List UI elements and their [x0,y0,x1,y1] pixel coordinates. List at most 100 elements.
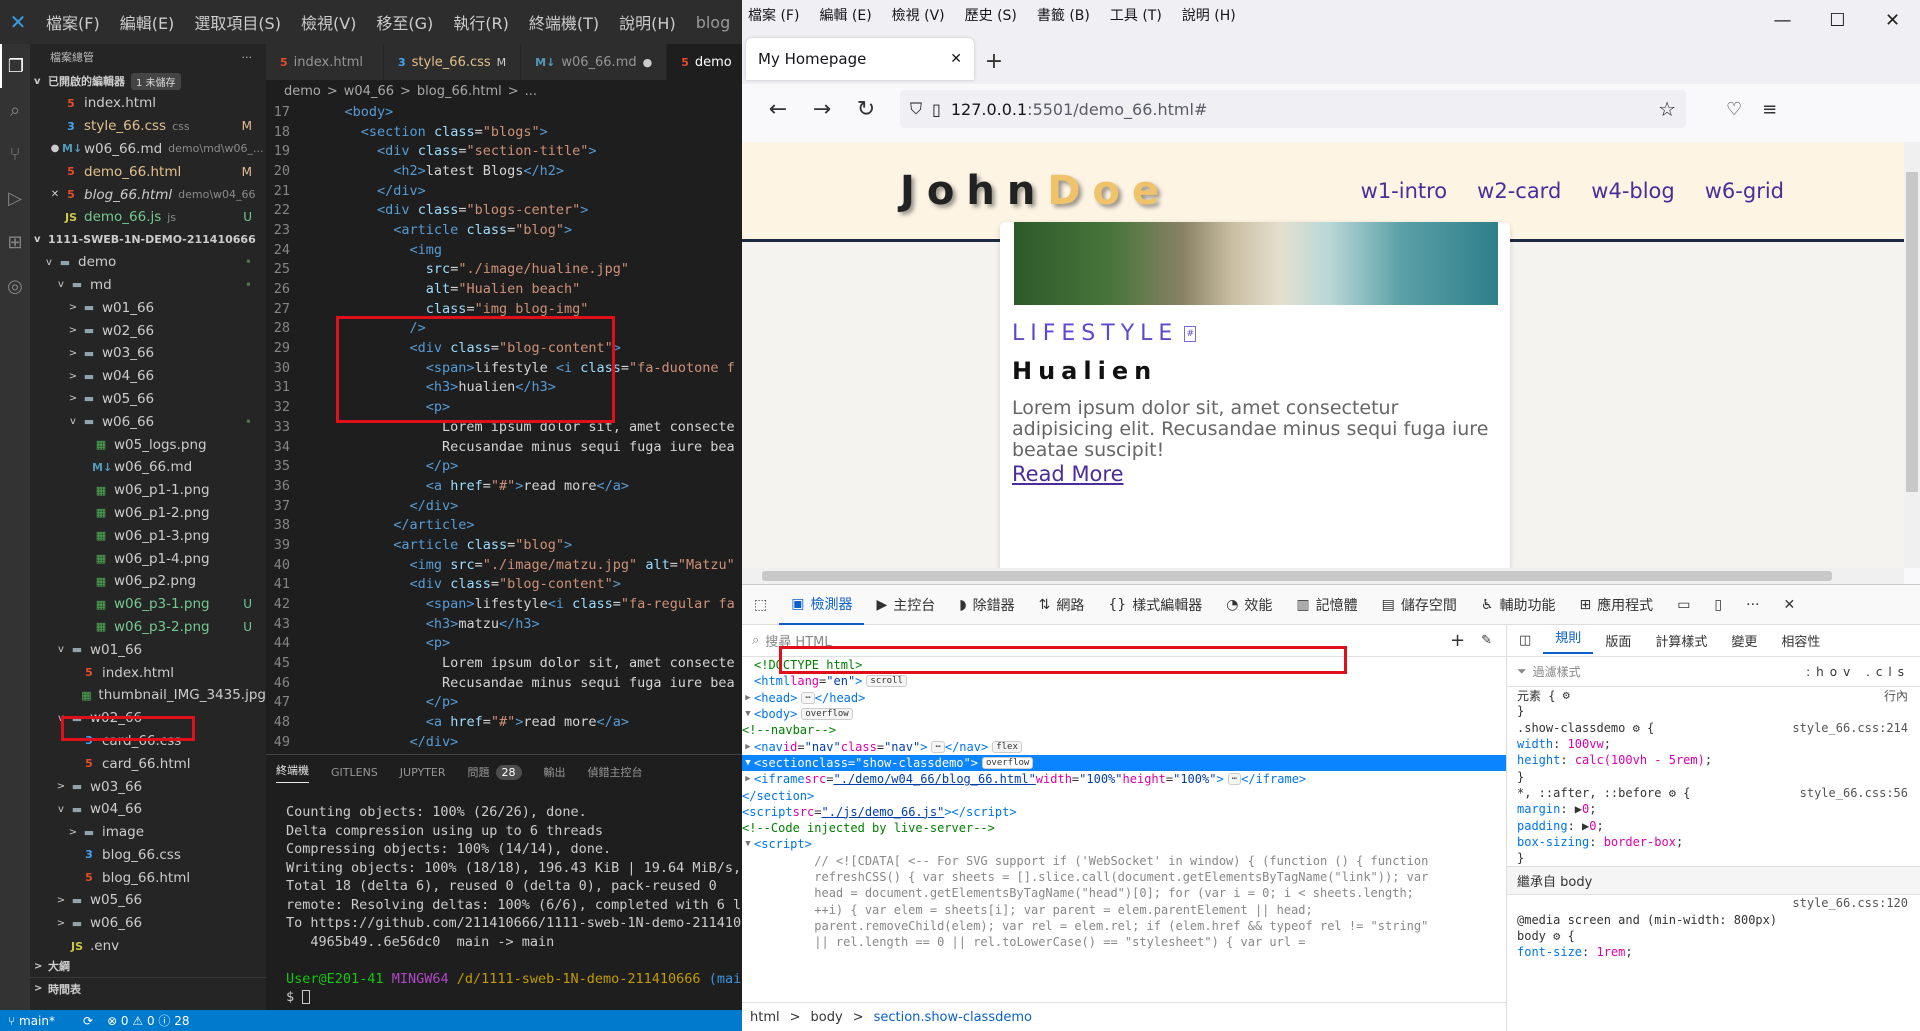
folder-item[interactable]: > ▬ w05_66 [30,889,266,912]
editor-tab[interactable]: 5 index.html [266,44,384,80]
sync-icon[interactable]: ⟳ [83,1014,93,1028]
folder-item[interactable]: > ▬ w06_66 [30,912,266,935]
dirty-icon[interactable]: ● [48,143,62,154]
responsive-icon[interactable]: ▯ [1702,585,1734,625]
code-area[interactable]: 17 <body> 18 <section class="blogs"> 19 <d… [266,102,742,754]
nav-link-w6[interactable]: w6-grid [1705,179,1784,203]
crumb-html[interactable]: html [750,1010,780,1025]
file-item[interactable]: ▦ w06_p3-2.png U [30,616,266,639]
tool-application[interactable]: ⊞ 應用程式 [1567,585,1665,625]
tree-node-selected[interactable]: ▼ <section class = "show-classdemo" > overflo… [742,754,1506,772]
search-icon[interactable]: ⌕ [0,88,30,132]
ff-menu-history[interactable]: 歷史 (S) [965,5,1017,25]
dock-icon[interactable]: ▭ [1665,585,1702,625]
file-item[interactable]: M↓ w06_66.md [30,456,266,479]
folder-item[interactable]: v ▬ md • [30,274,266,297]
timeline-section[interactable]: > 時間表 [30,977,266,999]
nav-link-w1[interactable]: w1-intro [1361,179,1448,203]
menu-help[interactable]: 說明(H) [609,10,686,34]
tab-debug-console[interactable]: 偵錯主控台 [588,764,643,780]
tool-memory[interactable]: ▥ 記憶體 [1284,585,1369,625]
outline-section[interactable]: > 大綱 [30,955,266,977]
tool-debugger[interactable]: ◗ 除錯器 [947,585,1026,625]
tree-node[interactable]: <script src = "./js/demo_66.js" ></script> [742,804,1506,820]
open-editor-item[interactable]: 3 style_66.css css M [30,115,266,138]
devtools-close-icon[interactable]: ✕ [1772,585,1808,625]
tree-node[interactable]: ▶ <head> ⋯ </head> [742,690,1506,706]
tree-node[interactable]: <html lang = "en" > scroll [742,673,1506,689]
file-item[interactable]: ▦ w05_logs.png [30,433,266,456]
tree-node[interactable]: // <![CDATA[ <-- For SVG support if ('We… [742,853,1506,869]
folder-item[interactable]: v ▬ demo • [30,251,266,274]
folder-item[interactable]: > ▬ image [30,821,266,844]
breadcrumb-more[interactable]: ... [525,84,537,99]
rules-filter[interactable]: ⏷ 過濾樣式 :hov .cls [1507,657,1920,687]
close-icon[interactable]: ✕ [1865,0,1920,40]
maximize-icon[interactable]: ☐ [1810,0,1865,40]
tab-compatibility[interactable]: 相容性 [1769,631,1832,650]
workspace-section[interactable]: v 1111-SWEB-1N-DEMO-211410666 [30,229,266,251]
branch-status[interactable]: ⑂ main* [8,1014,69,1028]
menu-edit[interactable]: 編輯(E) [110,10,185,34]
scroll-thumb[interactable] [1906,172,1918,492]
menu-run[interactable]: 執行(R) [443,10,519,34]
tool-performance[interactable]: ◔ 效能 [1214,585,1284,625]
pseudo-toggles[interactable]: :hov .cls [1806,665,1910,679]
tab-status[interactable]: ● [643,56,653,69]
html-tree[interactable]: <!DOCTYPE html> <html lang = "en" > scroll ▶… [742,657,1506,1007]
site-logo[interactable]: JohnDoe [900,168,1171,214]
open-editor-item[interactable]: JS demo_66.js js U [30,206,266,229]
file-item[interactable]: 3 card_66.css [30,730,266,753]
bookmark-star-icon[interactable]: ☆ [1658,97,1676,121]
tab-problems[interactable]: 問題 [468,764,490,780]
add-node-icon[interactable]: + [1450,630,1465,651]
tab-status[interactable]: M [497,56,507,69]
horizontal-scrollbar[interactable] [742,568,1904,584]
tree-node[interactable]: ▶ <iframe src = "./demo/w04_66/blog_66.html… [742,771,1506,787]
ff-menu-help[interactable]: 說明 (H) [1182,5,1236,25]
ff-menu-file[interactable]: 檔案 (F) [748,5,799,25]
file-item[interactable]: 3 blog_66.css [30,844,266,867]
tree-node[interactable]: <!--Code injected by live-server--> [742,820,1506,836]
ff-menu-tools[interactable]: 工具 (T) [1110,5,1162,25]
browser-tab[interactable]: My Homepage ✕ [746,38,974,80]
close-tab-icon[interactable]: ✕ [950,51,962,67]
folder-item[interactable]: > ▬ w04_66 [30,365,266,388]
crumb-section[interactable]: section.show-classdemo [874,1010,1032,1025]
tool-inspector[interactable]: ▣ 檢測器 [779,585,865,625]
tool-style-editor[interactable]: {} 樣式編輯器 [1096,585,1214,625]
folder-item[interactable]: v ▬ w04_66 [30,798,266,821]
shield-icon[interactable]: ⛉ [910,99,922,119]
file-item[interactable]: 5 blog_66.html [30,866,266,889]
read-more-link[interactable]: Read More [1012,462,1124,486]
remote-icon[interactable]: ◎ [0,264,30,308]
menu-terminal[interactable]: 終端機(T) [519,10,609,34]
tool-network[interactable]: ⇅ 網路 [1027,585,1097,625]
folder-item[interactable]: v ▬ w02_66 [30,707,266,730]
tab-jupyter[interactable]: JUPYTER [400,766,446,779]
tree-node[interactable]: parent.removeChild(elem); var rel = elem… [742,918,1506,934]
hamburger-menu-icon[interactable]: ≡ [1762,99,1777,120]
extensions-icon[interactable]: ⊞ [0,220,30,264]
pick-element-icon[interactable]: ⬚ [742,585,779,625]
scroll-thumb[interactable] [762,571,1832,581]
editor-tab[interactable]: 5 demo [667,44,742,80]
open-editor-item[interactable]: 5 index.html [30,92,266,115]
terminal-output[interactable]: Counting objects: 100% (26/26), done. De… [266,789,742,1007]
ff-menu-bookmarks[interactable]: 書籤 (B) [1037,5,1090,25]
tool-accessibility[interactable]: ♿ 輔助功能 [1469,585,1568,625]
minimize-icon[interactable]: — [1755,0,1810,40]
devtools-more-icon[interactable]: ··· [1734,585,1771,625]
forward-icon[interactable]: → [800,97,844,122]
new-tab-icon[interactable]: + [974,49,1014,74]
ff-menu-view[interactable]: 檢視 (V) [892,5,945,25]
tab-computed[interactable]: 計算樣式 [1643,631,1719,650]
ff-menu-edit[interactable]: 編輯 (E) [819,5,871,25]
layout-toggle-icon[interactable]: ◫ [1507,633,1543,648]
tab-changes[interactable]: 變更 [1719,631,1769,650]
vertical-scrollbar[interactable] [1904,142,1920,568]
tree-node[interactable]: ▼ <body> overflow [742,706,1506,722]
breadcrumb-demo[interactable]: demo [284,84,321,99]
menu-selection[interactable]: 選取項目(S) [184,10,291,34]
nav-link-w4[interactable]: w4-blog [1591,179,1674,203]
